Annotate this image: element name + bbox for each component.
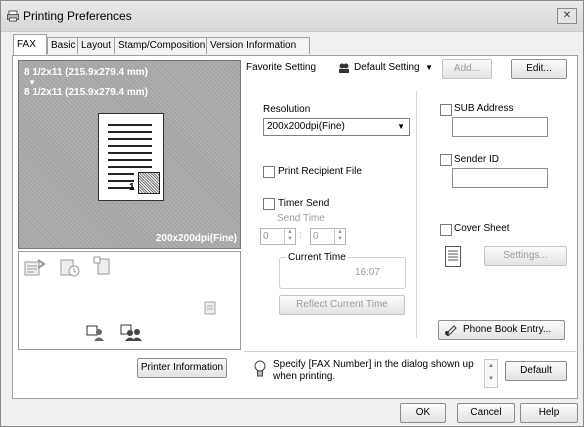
down-arrow-icon: ▼ [28, 78, 36, 87]
sender-id-input[interactable] [452, 168, 548, 188]
hint-text: Specify [FAX Number] in the dialog shown… [273, 359, 474, 382]
tab-basic[interactable]: Basic [47, 37, 79, 54]
current-time-label: Current Time [286, 252, 348, 263]
single-recipient-icon [86, 325, 104, 341]
timer-send-checkbox[interactable] [263, 198, 275, 210]
tab-layout[interactable]: Layout [77, 37, 116, 54]
chevron-down-icon: ▼ [397, 122, 405, 131]
send-hour-stepper[interactable]: 0 ▲ ▼ [260, 228, 296, 245]
hint-scrollbar[interactable]: ▲ ▼ [484, 359, 498, 388]
column-divider [416, 91, 417, 338]
add-favorite-button[interactable]: Add... [442, 59, 492, 79]
resolution-overlay: 200x200dpi(Fine) [155, 233, 237, 244]
lightbulb-icon [254, 360, 266, 377]
cover-page-icon [93, 256, 110, 275]
sub-address-label: SUB Address [454, 103, 514, 114]
layout-preview: 8 1/2x11 (215.9x279.4 mm) ▼ 8 1/2x11 (21… [18, 60, 241, 249]
user-group-icon [339, 63, 349, 73]
favorite-setting-value: Default Setting [354, 62, 420, 73]
tab-stamp-composition[interactable]: Stamp/Composition [114, 37, 208, 54]
cover-sheet-checkbox[interactable] [440, 224, 452, 236]
spin-arrows-icon[interactable]: ▲ ▼ [284, 229, 295, 244]
print-recipient-file-checkbox[interactable] [263, 166, 275, 178]
ok-button[interactable]: OK [400, 403, 446, 423]
cancel-button[interactable]: Cancel [457, 403, 515, 423]
sender-id-label: Sender ID [454, 154, 500, 165]
phone-book-entry-label: Phone Book Entry... [463, 324, 552, 335]
send-minute-stepper[interactable]: 0 ▲ ▼ [310, 228, 346, 245]
printing-preferences-window: Printing Preferences ✕ FAX Basic Layout … [0, 0, 584, 427]
page-number: 1 [129, 182, 135, 193]
sub-address-checkbox[interactable] [440, 104, 452, 116]
resolution-label: Resolution [263, 104, 311, 115]
hint-divider [244, 351, 579, 352]
favorite-setting-select[interactable]: Default Setting ▼ [338, 59, 433, 77]
multiple-recipients-icon [120, 324, 142, 341]
printer-icon [7, 10, 19, 22]
timer-send-label: Timer Send [278, 198, 330, 209]
sender-id-checkbox[interactable] [440, 154, 452, 166]
document-icon [445, 246, 461, 267]
help-button[interactable]: Help [520, 403, 578, 423]
edit-favorite-button[interactable]: Edit... [511, 59, 567, 79]
page-thumbnail: 1 [98, 113, 164, 201]
chevron-down-icon: ▼ [425, 63, 433, 72]
cover-sheet-settings-button[interactable]: Settings... [484, 246, 567, 266]
paper-size-bottom: 8 1/2x11 (215.9x279.4 mm) [24, 87, 148, 98]
phone-book-small-icon [204, 301, 216, 315]
title-bar: Printing Preferences ✕ [1, 1, 583, 32]
resolution-value: 200x200dpi(Fine) [267, 121, 345, 132]
phone-book-entry-button[interactable]: Phone Book Entry... [438, 320, 565, 340]
reflect-current-time-button[interactable]: Reflect Current Time [279, 295, 405, 315]
close-icon[interactable]: ✕ [557, 8, 577, 24]
current-time-group: Current Time 16:07 [279, 252, 406, 289]
resolution-select[interactable]: 200x200dpi(Fine) ▼ [263, 118, 410, 136]
cover-sheet-label: Cover Sheet [454, 223, 510, 234]
paper-size-top: 8 1/2x11 (215.9x279.4 mm) [24, 67, 148, 78]
tab-fax[interactable]: FAX [13, 34, 47, 55]
favorite-setting-label: Favorite Setting [246, 62, 317, 73]
send-hour-value: 0 [263, 231, 269, 242]
current-time-value: 16:07 [354, 267, 380, 278]
tab-version-information[interactable]: Version Information [206, 37, 310, 54]
fax-send-icon [24, 259, 46, 276]
send-minute-value: 0 [313, 231, 319, 242]
default-button[interactable]: Default [505, 361, 567, 381]
phone-book-icon [445, 325, 457, 336]
stamp-mark [138, 172, 160, 194]
print-recipient-file-label: Print Recipient File [278, 166, 362, 177]
function-icons-panel [18, 251, 241, 350]
sub-address-input[interactable] [452, 117, 548, 137]
send-time-label: Send Time [277, 213, 325, 224]
timer-send-icon [60, 259, 80, 277]
time-separator: : [299, 230, 302, 241]
window-title: Printing Preferences [23, 9, 132, 23]
printer-information-button[interactable]: Printer Information [137, 358, 227, 378]
spin-arrows-icon[interactable]: ▲ ▼ [334, 229, 345, 244]
